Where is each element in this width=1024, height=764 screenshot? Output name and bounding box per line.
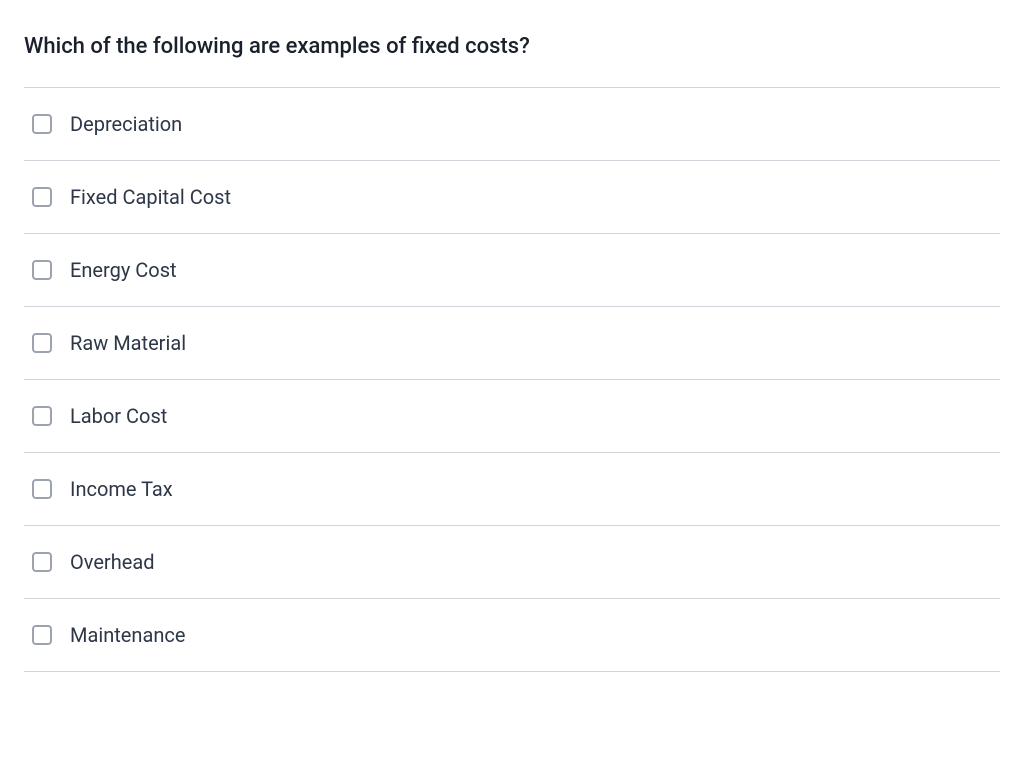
checkbox-wrapper-income-tax: [32, 479, 52, 499]
option-label-income-tax[interactable]: Income Tax: [70, 475, 173, 503]
checkbox-depreciation[interactable]: [32, 114, 52, 134]
option-label-energy-cost[interactable]: Energy Cost: [70, 256, 177, 284]
checkbox-raw-material[interactable]: [32, 333, 52, 353]
checkbox-wrapper-energy-cost: [32, 260, 52, 280]
option-label-overhead[interactable]: Overhead: [70, 548, 154, 576]
checkbox-wrapper-labor-cost: [32, 406, 52, 426]
checkbox-energy-cost[interactable]: [32, 260, 52, 280]
checkbox-maintenance[interactable]: [32, 625, 52, 645]
option-item-income-tax[interactable]: Income Tax: [24, 453, 1000, 526]
checkbox-labor-cost[interactable]: [32, 406, 52, 426]
option-item-energy-cost[interactable]: Energy Cost: [24, 234, 1000, 307]
checkbox-wrapper-fixed-capital-cost: [32, 187, 52, 207]
option-label-maintenance[interactable]: Maintenance: [70, 621, 185, 649]
option-item-depreciation[interactable]: Depreciation: [24, 88, 1000, 161]
checkbox-wrapper-maintenance: [32, 625, 52, 645]
options-list: Depreciation Fixed Capital Cost Energy Cos…: [24, 87, 1000, 672]
checkbox-wrapper-overhead: [32, 552, 52, 572]
checkbox-wrapper-depreciation: [32, 114, 52, 134]
option-label-labor-cost[interactable]: Labor Cost: [70, 402, 167, 430]
option-item-maintenance[interactable]: Maintenance: [24, 599, 1000, 672]
option-label-fixed-capital-cost[interactable]: Fixed Capital Cost: [70, 183, 231, 211]
option-item-fixed-capital-cost[interactable]: Fixed Capital Cost: [24, 161, 1000, 234]
checkbox-overhead[interactable]: [32, 552, 52, 572]
option-label-depreciation[interactable]: Depreciation: [70, 110, 182, 138]
option-label-raw-material[interactable]: Raw Material: [70, 329, 186, 357]
checkbox-wrapper-raw-material: [32, 333, 52, 353]
checkbox-income-tax[interactable]: [32, 479, 52, 499]
question-title: Which of the following are examples of f…: [24, 32, 1000, 63]
option-item-labor-cost[interactable]: Labor Cost: [24, 380, 1000, 453]
option-item-raw-material[interactable]: Raw Material: [24, 307, 1000, 380]
checkbox-fixed-capital-cost[interactable]: [32, 187, 52, 207]
option-item-overhead[interactable]: Overhead: [24, 526, 1000, 599]
